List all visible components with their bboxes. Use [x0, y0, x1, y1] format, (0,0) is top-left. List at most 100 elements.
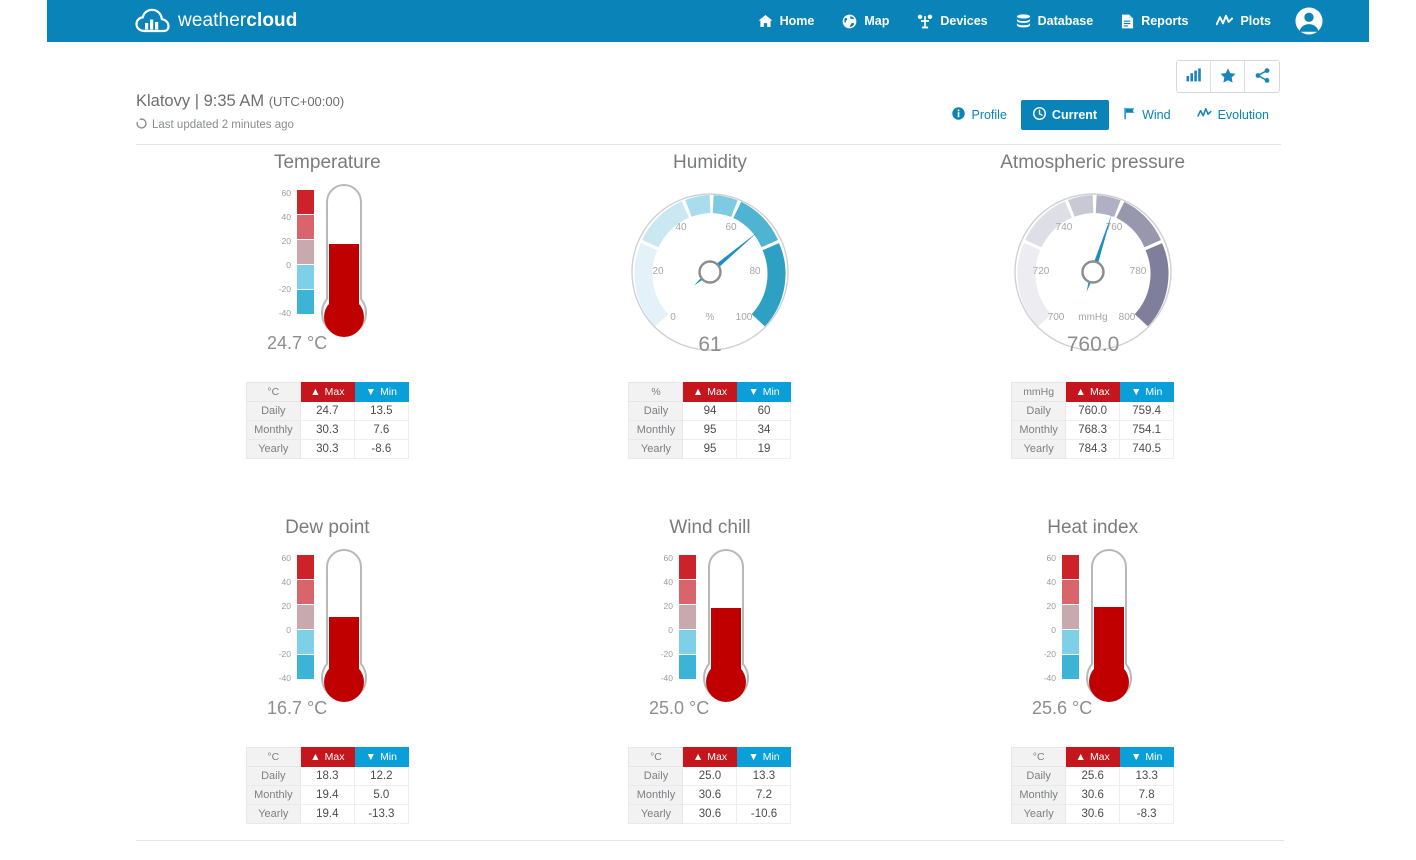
tab-label: Wind	[1142, 108, 1170, 122]
max-header[interactable]: ▲ Max	[683, 748, 737, 767]
nav-label: Database	[1038, 14, 1094, 28]
table-header-row: mmHg ▲Max ▼Min	[1012, 383, 1174, 402]
nav-item-reports[interactable]: Reports	[1107, 0, 1202, 42]
widget-title: Temperature	[274, 152, 381, 174]
svg-text:20: 20	[652, 266, 664, 277]
nav-label: Map	[864, 14, 889, 28]
max-header[interactable]: ▲ Max	[683, 383, 737, 402]
line-chart-icon	[1216, 14, 1233, 28]
max-header[interactable]: ▲ Max	[1066, 748, 1120, 767]
max-header[interactable]: ▲Max	[300, 383, 354, 402]
widget-atmospheric-pressure: Atmospheric pressure 700	[901, 152, 1284, 459]
minmax-table-dew-point: °C ▲Max ▼Min Daily 18.3 12.2 Monthly 19.…	[246, 747, 409, 824]
nav-item-home[interactable]: Home	[744, 0, 829, 42]
nav-item-map[interactable]: Map	[828, 0, 903, 42]
min-header[interactable]: ▼Min	[354, 383, 408, 402]
widget-title: Wind chill	[669, 517, 750, 539]
nav-item-devices[interactable]: Devices	[903, 0, 1001, 42]
table-row: Yearly 784.3 740.5	[1012, 440, 1174, 459]
svg-text:0: 0	[286, 260, 291, 270]
svg-text:760: 760	[1105, 222, 1122, 233]
tab-evolution[interactable]: Evolution	[1185, 100, 1281, 130]
svg-text:20: 20	[281, 236, 291, 246]
tab-label: Evolution	[1218, 108, 1269, 122]
chevron-up-icon: ▲	[1076, 751, 1086, 763]
svg-text:20: 20	[664, 601, 674, 611]
tab-current[interactable]: Current	[1021, 100, 1109, 130]
widget-title: Humidity	[673, 152, 747, 174]
min-header[interactable]: ▼Min	[1120, 383, 1174, 402]
table-header-row: °C ▲Max ▼Min	[629, 748, 791, 767]
minmax-table-temperature: °C ▲Max ▼Min Daily 24.7 13.5 Monthly 30.…	[246, 382, 409, 459]
min-label: Min	[1145, 751, 1162, 763]
table-row: Yearly 30.3 -8.6	[246, 440, 408, 459]
table-header-row: °C ▲Max ▼Min	[1012, 748, 1174, 767]
unit-header: °C	[246, 383, 300, 402]
database-icon	[1016, 14, 1031, 29]
svg-text:40: 40	[675, 222, 687, 233]
station-name-time: Klatovy | 9:35 AM	[136, 92, 269, 110]
svg-text:60: 60	[281, 553, 291, 563]
nav-item-database[interactable]: Database	[1002, 0, 1108, 42]
user-avatar-icon[interactable]	[1285, 0, 1323, 42]
svg-text:-20: -20	[661, 649, 674, 659]
chart-line-icon	[1197, 107, 1212, 123]
minmax-table-humidity: % ▲Max ▼Min Daily 94 60 Monthly 95 34	[628, 382, 791, 459]
widget-title: Heat index	[1047, 517, 1138, 539]
max-label: Max	[707, 386, 727, 398]
brand-logo[interactable]: weathercloud	[135, 8, 297, 34]
top-navbar: weathercloud Home Map	[47, 0, 1369, 42]
svg-text:0: 0	[669, 625, 674, 635]
favorite-button[interactable]	[1211, 61, 1245, 92]
svg-text:60: 60	[1047, 553, 1057, 563]
max-header[interactable]: ▲Max	[1066, 383, 1120, 402]
temperature-value: 24.7 °C	[267, 333, 327, 353]
max-label: Max	[325, 751, 345, 763]
svg-text:-20: -20	[279, 649, 292, 659]
max-label: Max	[1090, 751, 1110, 763]
svg-text:720: 720	[1032, 266, 1049, 277]
humidity-value: 61	[698, 333, 721, 356]
thermometer-dew-point: 604020 0-20-40 16.7 °C	[255, 549, 400, 729]
chevron-down-icon: ▼	[366, 751, 376, 763]
svg-text:60: 60	[725, 222, 737, 233]
station-timezone: (UTC+00:00)	[269, 94, 345, 109]
chevron-up-icon: ▲	[693, 751, 703, 763]
max-label: Max	[707, 751, 727, 763]
measurements-grid: Temperature 604020 0-20-40	[136, 152, 1284, 824]
home-icon	[758, 14, 773, 28]
globe-icon	[842, 14, 857, 29]
thermometer-wind-chill: 604020 0-20-40 25.0 °C	[637, 549, 782, 729]
svg-text:-20: -20	[1044, 649, 1057, 659]
table-row: Yearly 30.6 -8.3	[1012, 805, 1174, 824]
gauge-unit: mmHg	[1078, 312, 1107, 323]
table-row: Daily 25.0 13.3	[629, 767, 791, 786]
thermometer-heat-index: 604020 0-20-40 25.6 °C	[1020, 549, 1165, 729]
statistics-button[interactable]	[1177, 61, 1211, 92]
min-header[interactable]: ▼Min	[1120, 748, 1174, 767]
heat-index-value: 25.6 °C	[1032, 698, 1092, 718]
station-info: Klatovy | 9:35 AM (UTC+00:00) Last updat…	[136, 90, 344, 132]
clock-icon	[1033, 107, 1046, 123]
thermometer-temperature: 604020 0-20-40 24.7 °C	[255, 184, 400, 364]
max-header[interactable]: ▲Max	[300, 748, 354, 767]
svg-text:40: 40	[281, 577, 291, 587]
min-header[interactable]: ▼Min	[737, 383, 791, 402]
chevron-down-icon: ▼	[1131, 386, 1141, 398]
min-header[interactable]: ▼ Min	[354, 748, 408, 767]
table-row: Yearly 30.6 -10.6	[629, 805, 791, 824]
tab-wind[interactable]: Wind	[1111, 100, 1182, 130]
table-row: Monthly 768.3 754.1	[1012, 421, 1174, 440]
refresh-icon	[136, 118, 147, 132]
nav-item-plots[interactable]: Plots	[1202, 0, 1285, 42]
share-button[interactable]	[1245, 61, 1279, 92]
min-label: Min	[380, 751, 397, 763]
svg-text:40: 40	[281, 212, 291, 222]
chevron-up-icon: ▲	[693, 386, 703, 398]
tab-profile[interactable]: Profile	[940, 100, 1018, 130]
brand-name: weathercloud	[178, 10, 297, 32]
nav-label: Reports	[1141, 14, 1188, 28]
widget-heat-index: Heat index 604020 0-20-40	[901, 517, 1284, 824]
station-tabs: Profile Current Wind	[940, 100, 1281, 130]
min-header[interactable]: ▼Min	[737, 748, 791, 767]
